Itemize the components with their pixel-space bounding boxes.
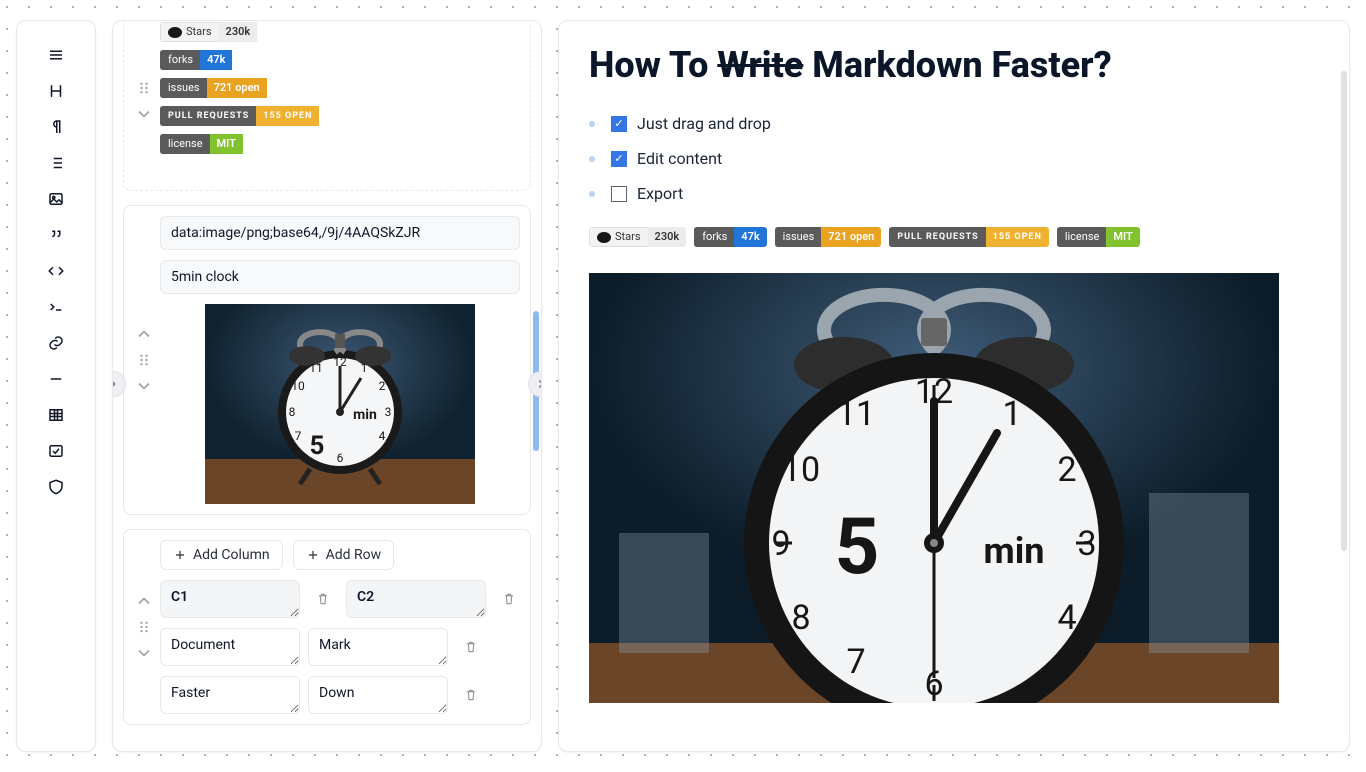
github-icon bbox=[597, 232, 611, 243]
bullet-icon bbox=[589, 191, 595, 197]
table-cell-input[interactable]: Mark bbox=[308, 628, 448, 666]
table-icon[interactable] bbox=[38, 397, 74, 433]
bullet-icon bbox=[589, 156, 595, 162]
badge: issues721 open bbox=[160, 78, 520, 98]
menu-icon[interactable] bbox=[38, 37, 74, 73]
table-cell-input[interactable]: Faster bbox=[160, 676, 300, 714]
svg-text:10: 10 bbox=[291, 379, 305, 393]
svg-text:4: 4 bbox=[1057, 598, 1076, 638]
col-header-input[interactable]: C2 bbox=[346, 580, 486, 618]
badge: PULL REQUESTS155 OPEN bbox=[160, 106, 520, 126]
image-url-input[interactable]: data:image/png;base64,/9j/4AAQSkZJR bbox=[160, 216, 520, 250]
editor-panel: Stars230k forks47k issues721 open PULL REQU… bbox=[112, 20, 542, 752]
image-block[interactable]: data:image/png;base64,/9j/4AAQSkZJR 5min… bbox=[123, 205, 531, 515]
svg-text:3: 3 bbox=[385, 405, 392, 419]
checkbox[interactable] bbox=[611, 151, 627, 167]
badge: PULL REQUESTS155 OPEN bbox=[889, 227, 1048, 247]
image-alt-input[interactable]: 5min clock bbox=[160, 260, 520, 294]
block-controls bbox=[134, 540, 154, 714]
table-block[interactable]: Add Column Add Row C1 C2 Document Mark F… bbox=[123, 529, 531, 725]
quote-icon[interactable] bbox=[38, 217, 74, 253]
drag-handle-icon[interactable] bbox=[134, 617, 154, 637]
col-header-input[interactable]: C1 bbox=[160, 580, 300, 618]
svg-text:1: 1 bbox=[361, 361, 368, 375]
divider-icon[interactable] bbox=[38, 361, 74, 397]
svg-text:2: 2 bbox=[379, 379, 386, 393]
delete-row-button[interactable] bbox=[456, 687, 486, 703]
svg-text:8: 8 bbox=[791, 598, 810, 638]
add-row-button[interactable]: Add Row bbox=[293, 540, 395, 570]
checklist-label: Just drag and drop bbox=[637, 114, 771, 133]
checklist-label: Edit content bbox=[637, 149, 722, 168]
image-icon[interactable] bbox=[38, 181, 74, 217]
svg-text:5: 5 bbox=[835, 502, 880, 593]
add-column-button[interactable]: Add Column bbox=[160, 540, 283, 570]
delete-column-button[interactable] bbox=[494, 591, 524, 607]
badge: forks47k bbox=[160, 50, 520, 70]
svg-text:7: 7 bbox=[295, 429, 302, 443]
badges-preview: Stars230k forks47k issues721 open PULL REQU… bbox=[589, 227, 1319, 247]
svg-text:11: 11 bbox=[837, 394, 875, 434]
svg-text:10: 10 bbox=[782, 450, 820, 490]
badge: issues721 open bbox=[775, 227, 882, 247]
delete-row-button[interactable] bbox=[456, 639, 486, 655]
shield-icon[interactable] bbox=[38, 469, 74, 505]
checklist: Just drag and drop Edit content Export bbox=[589, 114, 1319, 203]
svg-text:2: 2 bbox=[1057, 450, 1076, 490]
chevron-up-icon[interactable] bbox=[134, 591, 154, 611]
preview-scrollbar[interactable] bbox=[1341, 71, 1347, 551]
chevron-down-icon[interactable] bbox=[134, 376, 154, 396]
chevron-up-icon[interactable] bbox=[134, 324, 154, 344]
bullet-icon bbox=[589, 121, 595, 127]
badges-block[interactable]: Stars230k forks47k issues721 open PULL REQU… bbox=[123, 20, 531, 191]
chevron-down-icon[interactable] bbox=[134, 643, 154, 663]
clock-hero-image: 12 1 2 3 4 5 6 7 8 9 10 11 min bbox=[589, 273, 1279, 703]
svg-text:min: min bbox=[353, 407, 377, 423]
terminal-icon[interactable] bbox=[38, 289, 74, 325]
heading-icon[interactable] bbox=[38, 73, 74, 109]
paragraph-icon[interactable] bbox=[38, 109, 74, 145]
badge: forks47k bbox=[694, 227, 766, 247]
checkbox[interactable] bbox=[611, 116, 627, 132]
svg-text:1: 1 bbox=[1002, 394, 1021, 434]
table-cell-input[interactable]: Document bbox=[160, 628, 300, 666]
add-row-label: Add Row bbox=[326, 547, 382, 563]
list-icon[interactable] bbox=[38, 145, 74, 181]
link-icon[interactable] bbox=[38, 325, 74, 361]
checklist-item: Edit content bbox=[589, 149, 1319, 168]
checkbox[interactable] bbox=[611, 186, 627, 202]
toolbar bbox=[16, 20, 96, 752]
svg-text:4: 4 bbox=[379, 429, 386, 443]
badge: licenseMIT bbox=[1057, 227, 1140, 247]
checkbox-icon[interactable] bbox=[38, 433, 74, 469]
checklist-item: Export bbox=[589, 184, 1319, 203]
checklist-item: Just drag and drop bbox=[589, 114, 1319, 133]
badge: Stars230k bbox=[589, 227, 686, 247]
table-cell-input[interactable]: Down bbox=[308, 676, 448, 714]
chevron-down-icon[interactable] bbox=[134, 104, 154, 124]
svg-text:7: 7 bbox=[846, 642, 865, 682]
page-title: How To Write Markdown Faster? bbox=[589, 45, 1319, 86]
svg-text:min: min bbox=[984, 530, 1045, 572]
clock-preview-image: 1212 345 67 81011 min bbox=[205, 304, 475, 504]
add-column-label: Add Column bbox=[193, 547, 270, 563]
svg-text:8: 8 bbox=[289, 405, 296, 419]
preview-panel: How To Write Markdown Faster? Just drag … bbox=[558, 20, 1350, 752]
block-controls bbox=[134, 22, 154, 180]
checklist-label: Export bbox=[637, 184, 683, 203]
badge: Stars230k bbox=[160, 22, 520, 42]
delete-column-button[interactable] bbox=[308, 591, 338, 607]
drag-handle-icon[interactable] bbox=[134, 78, 154, 98]
badge: licenseMIT bbox=[160, 134, 520, 154]
badges-editor: Stars230k forks47k issues721 open PULL REQU… bbox=[160, 22, 520, 154]
github-icon bbox=[168, 27, 182, 38]
svg-text:11: 11 bbox=[309, 361, 323, 375]
block-controls bbox=[134, 216, 154, 504]
code-icon[interactable] bbox=[38, 253, 74, 289]
drag-handle-icon[interactable] bbox=[134, 350, 154, 370]
svg-text:5: 5 bbox=[310, 431, 325, 461]
svg-text:6: 6 bbox=[337, 451, 344, 465]
